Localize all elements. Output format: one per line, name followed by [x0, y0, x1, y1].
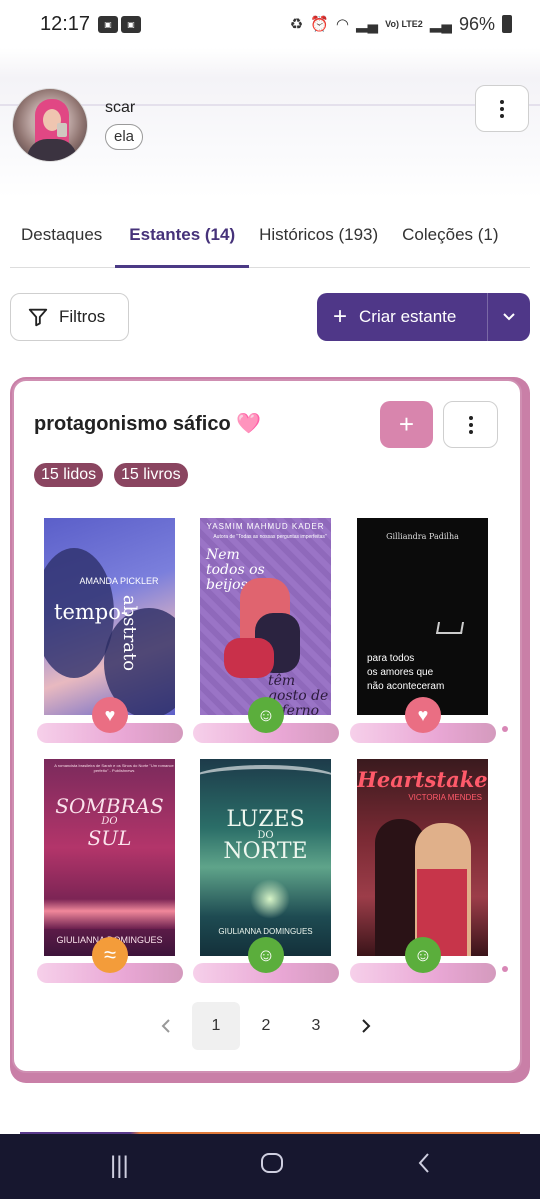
profile-name: scar	[105, 99, 136, 116]
book-cover[interactable]: AMANDA PICKLER tempo- abstrato	[44, 518, 175, 715]
smile-icon[interactable]: ☺	[405, 937, 441, 973]
tab-estantes[interactable]: Estantes (14)	[115, 218, 249, 268]
status-right: ♻ ⏰ ◠ ▂▄ Vo) LTE2 ▂▄ 96%	[290, 14, 512, 35]
more-vertical-icon	[500, 99, 504, 118]
book-author: Gilliandra Padilha	[386, 532, 459, 541]
home-icon[interactable]	[260, 1152, 284, 1181]
tab-colecoes[interactable]: Coleções (1)	[402, 218, 498, 267]
signal-icon: ▂▄	[355, 16, 379, 33]
book-title: Heartstaker	[357, 767, 488, 792]
smile-icon[interactable]: ☺	[248, 697, 284, 733]
book-cover[interactable]: Gilliandra Padilha para todos os amores …	[357, 518, 488, 715]
book-tagline: A romancista brasileira de Sarah e os Si…	[54, 763, 174, 773]
avatar[interactable]	[12, 88, 88, 162]
back-icon[interactable]	[416, 1152, 432, 1181]
tab-historicos[interactable]: Históricos (193)	[259, 218, 378, 267]
battery-percent: 96%	[458, 13, 495, 34]
book-count-badge: 15 livros	[114, 463, 188, 487]
previous-page-button[interactable]	[142, 1002, 190, 1050]
notification-icons: ▣ ▣	[98, 15, 142, 33]
book-title: para todos os amores que não aconteceram	[367, 653, 445, 692]
heart-icon[interactable]: ♥	[92, 697, 128, 733]
book-author: AMANDA PICKLER	[79, 576, 159, 586]
plus-icon: +	[398, 409, 415, 439]
notification-icon: ▣	[121, 15, 142, 33]
book-author: YASMIM MAHMUD KADER	[206, 522, 325, 531]
signal-icon: ▂▄	[429, 16, 452, 33]
book-tagline: Autora de "Todas as nossas perguntas imp…	[213, 534, 327, 540]
book-title: SOMBRAS DO SUL	[55, 794, 164, 850]
chevron-down-icon[interactable]	[488, 309, 530, 325]
book-cover[interactable]: LUZES DO NORTE GIULIANNA DOMINGUES	[200, 759, 331, 956]
status-bar: 12:17 ▣ ▣ ♻ ⏰ ◠ ▂▄ Vo) LTE2 ▂▄ 96%	[0, 0, 540, 48]
book-cover[interactable]: A romancista brasileira de Sarah e os Si…	[44, 759, 175, 956]
chevron-left-icon	[161, 1019, 170, 1033]
chevron-right-icon	[362, 1019, 371, 1033]
shelf-title[interactable]: protagonismo sáfico 🩷	[34, 411, 261, 436]
tab-destaques[interactable]: Destaques	[21, 218, 102, 267]
page-button[interactable]: 3	[292, 1002, 340, 1050]
book-title: LUZES DO NORTE	[223, 807, 308, 864]
next-page-button[interactable]	[342, 1002, 390, 1050]
add-book-button[interactable]: +	[380, 401, 433, 448]
filter-icon	[28, 308, 48, 327]
paper-boat-icon	[435, 622, 465, 634]
pronoun-badge: ela	[105, 124, 144, 150]
heart-icon[interactable]: ♥	[405, 697, 441, 733]
filter-label: Filtros	[59, 307, 106, 326]
recycle-icon: ♻	[289, 16, 304, 33]
book-author: VICTORIA MENDES	[408, 793, 482, 802]
plus-icon: +	[333, 303, 348, 330]
profile-tabs: Destaques Estantes (14) Históricos (193)…	[10, 218, 530, 268]
more-vertical-icon	[468, 415, 473, 434]
page-button[interactable]: 1	[192, 1002, 240, 1050]
alarm-icon: ⏰	[310, 16, 329, 33]
wifi-icon: ◠	[335, 16, 349, 33]
battery-icon	[502, 15, 512, 33]
book-title-part: abstrato	[119, 594, 140, 672]
read-count-badge: 15 lidos	[34, 463, 104, 487]
shelf-menu-button[interactable]	[443, 401, 498, 448]
lte-label: Vo) LTE2	[385, 18, 423, 29]
book-author: GIULIANNA DOMINGUES	[218, 927, 313, 936]
book-cover[interactable]: Heartstaker VICTORIA MENDES	[357, 759, 488, 956]
create-shelf-label: Criar estante	[359, 307, 457, 326]
smile-icon[interactable]: ☺	[248, 937, 284, 973]
book-cover[interactable]: YASMIM MAHMUD KADER Autora de "Todas as …	[200, 518, 331, 715]
status-time: 12:17	[40, 12, 91, 35]
book-title: tempo-	[54, 600, 128, 624]
recent-apps-icon[interactable]: |||	[110, 1152, 129, 1180]
wave-icon[interactable]: ≈	[92, 937, 128, 973]
pink-heart-icon: 🩷	[236, 413, 262, 435]
filter-button[interactable]: Filtros	[10, 293, 129, 341]
profile-menu-button[interactable]	[475, 85, 529, 132]
page-button[interactable]: 2	[242, 1002, 290, 1050]
app-screen: 12:17 ▣ ▣ ♻ ⏰ ◠ ▂▄ Vo) LTE2 ▂▄ 96% scar …	[0, 0, 540, 1199]
notification-icon: ▣	[98, 15, 119, 33]
create-shelf-button[interactable]: + Criar estante	[317, 293, 530, 341]
